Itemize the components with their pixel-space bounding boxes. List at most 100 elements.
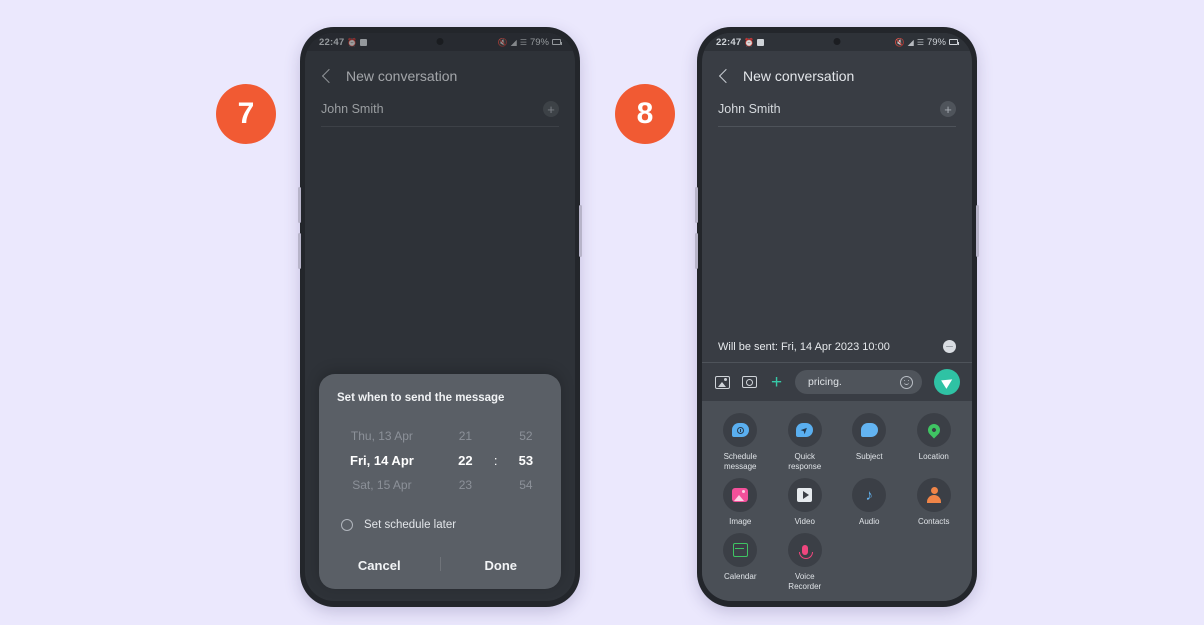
picker-row[interactable]: Thu, 13 Apr 21 52 bbox=[319, 424, 561, 448]
mute-icon: 🔇 bbox=[894, 37, 905, 47]
quick-response-icon: ➤ bbox=[787, 413, 822, 447]
attachment-grid: Schedule message ➤ Quick response Subjec… bbox=[708, 413, 966, 592]
front-camera bbox=[833, 38, 841, 45]
schedule-banner: Will be sent: Fri, 14 Apr 2023 10:00 bbox=[702, 331, 972, 363]
attachment-schedule-message[interactable]: Schedule message bbox=[708, 413, 773, 472]
add-contact-icon[interactable]: + bbox=[543, 101, 559, 117]
wifi-icon: ◢ bbox=[510, 37, 517, 47]
attachment-contacts[interactable]: Contacts bbox=[902, 478, 967, 527]
picker-hour: 23 bbox=[458, 478, 473, 492]
battery-percent: 79% bbox=[926, 36, 946, 48]
status-time: 22:47 bbox=[716, 36, 742, 48]
status-time: 22:47 bbox=[319, 36, 345, 48]
radio-icon[interactable] bbox=[341, 519, 353, 531]
back-chevron-icon[interactable] bbox=[718, 68, 734, 84]
back-chevron-icon[interactable] bbox=[321, 68, 337, 84]
phone-right-screen: 22:47 ⏰ 🔇 ◢ ☰ 79% New conversation John … bbox=[702, 33, 972, 601]
tile-label: Video bbox=[794, 517, 815, 526]
check-square-icon bbox=[757, 38, 765, 46]
alarm-icon: ⏰ bbox=[744, 37, 755, 47]
message-input-value: pricing. bbox=[808, 376, 842, 388]
emoji-icon[interactable] bbox=[900, 375, 913, 389]
picker-minute: 52 bbox=[519, 429, 533, 443]
check-square-icon bbox=[360, 38, 368, 46]
picker-minute: 54 bbox=[519, 478, 533, 492]
attachment-audio[interactable]: ♪ Audio bbox=[837, 478, 902, 527]
compose-bar: + pricing. bbox=[702, 363, 972, 401]
plus-icon[interactable]: + bbox=[768, 373, 785, 392]
volume-up-button[interactable] bbox=[695, 187, 698, 223]
picker-separator: : bbox=[493, 453, 498, 468]
camera-icon[interactable] bbox=[741, 374, 758, 391]
app-header: New conversation bbox=[702, 51, 972, 92]
tile-label: Image bbox=[729, 517, 752, 526]
attachment-subject[interactable]: Subject bbox=[837, 413, 902, 472]
step-badge-7: 7 bbox=[216, 84, 276, 144]
attachment-voice-recorder[interactable]: Voice Recorder bbox=[773, 533, 838, 592]
message-input[interactable]: pricing. bbox=[795, 370, 922, 394]
add-contact-icon[interactable]: + bbox=[940, 101, 956, 117]
picker-hour-selected: 22 bbox=[458, 453, 473, 468]
image-icon bbox=[723, 478, 758, 512]
tile-label: Contacts bbox=[917, 517, 950, 526]
cancel-button[interactable]: Cancel bbox=[319, 545, 440, 589]
power-button[interactable] bbox=[976, 205, 979, 257]
contacts-icon bbox=[916, 478, 951, 512]
step-badge-8-number: 8 bbox=[636, 97, 654, 130]
dialog-title: Set when to send the message bbox=[337, 392, 505, 404]
video-icon bbox=[787, 478, 822, 512]
recipient-row[interactable]: John Smith + bbox=[718, 101, 956, 127]
schedule-message-icon bbox=[723, 413, 758, 447]
remove-schedule-icon[interactable] bbox=[943, 340, 956, 353]
volume-up-button[interactable] bbox=[298, 187, 301, 223]
page-title: New conversation bbox=[743, 68, 855, 84]
picker-hour: 21 bbox=[458, 429, 473, 443]
screenshot-stage: 7 8 22:47 ⏰ 🔇 ◢ ☰ 79% New conversation J… bbox=[0, 0, 1204, 625]
gallery-icon[interactable] bbox=[714, 374, 731, 391]
location-icon bbox=[916, 413, 951, 447]
app-header: New conversation bbox=[305, 51, 575, 92]
recipient-row[interactable]: John Smith + bbox=[321, 101, 559, 127]
set-schedule-later-label: Set schedule later bbox=[364, 519, 457, 531]
picker-date: Thu, 13 Apr bbox=[350, 429, 413, 443]
tile-label: Schedule message bbox=[723, 452, 757, 471]
tile-label: Voice Recorder bbox=[788, 572, 822, 591]
subject-icon bbox=[852, 413, 887, 447]
attachment-quick-response[interactable]: ➤ Quick response bbox=[773, 413, 838, 472]
page-title: New conversation bbox=[346, 68, 458, 84]
picker-row-selected[interactable]: Fri, 14 Apr 22 : 53 bbox=[319, 448, 561, 473]
mute-icon: 🔇 bbox=[497, 37, 508, 47]
attachment-calendar[interactable]: Calendar bbox=[708, 533, 773, 592]
dialog-actions: Cancel Done bbox=[319, 545, 561, 589]
attachment-image[interactable]: Image bbox=[708, 478, 773, 527]
attachment-sheet: Schedule message ➤ Quick response Subjec… bbox=[702, 401, 972, 601]
battery-icon bbox=[552, 39, 562, 45]
set-schedule-later-row[interactable]: Set schedule later bbox=[319, 503, 561, 531]
volume-down-button[interactable] bbox=[695, 233, 698, 269]
tile-label: Calendar bbox=[724, 572, 757, 581]
battery-percent: 79% bbox=[529, 36, 549, 48]
calendar-icon bbox=[723, 533, 758, 567]
picker-row[interactable]: Sat, 15 Apr 23 54 bbox=[319, 473, 561, 497]
wifi-icon: ◢ bbox=[907, 37, 914, 47]
send-button[interactable] bbox=[934, 369, 960, 395]
picker-minute-selected: 53 bbox=[518, 453, 534, 468]
phone-left: 22:47 ⏰ 🔇 ◢ ☰ 79% New conversation John … bbox=[298, 27, 582, 607]
tile-label: Audio bbox=[859, 517, 880, 526]
tile-label: Subject bbox=[855, 452, 883, 461]
schedule-banner-text: Will be sent: Fri, 14 Apr 2023 10:00 bbox=[718, 340, 890, 353]
datetime-picker[interactable]: Thu, 13 Apr 21 52 Fri, 14 Apr 22 : 53 Sa… bbox=[319, 404, 561, 503]
done-button[interactable]: Done bbox=[441, 545, 562, 589]
phone-left-screen: 22:47 ⏰ 🔇 ◢ ☰ 79% New conversation John … bbox=[305, 33, 575, 601]
step-badge-8: 8 bbox=[615, 84, 675, 144]
voice-recorder-icon bbox=[787, 533, 822, 567]
attachment-video[interactable]: Video bbox=[773, 478, 838, 527]
signal-icon: ☰ bbox=[519, 37, 527, 47]
schedule-dialog: Set when to send the message Thu, 13 Apr… bbox=[319, 374, 561, 589]
power-button[interactable] bbox=[579, 205, 582, 257]
attachment-location[interactable]: Location bbox=[902, 413, 967, 472]
picker-date: Sat, 15 Apr bbox=[352, 478, 412, 492]
audio-icon: ♪ bbox=[852, 478, 887, 512]
battery-icon bbox=[949, 39, 959, 45]
volume-down-button[interactable] bbox=[298, 233, 301, 269]
